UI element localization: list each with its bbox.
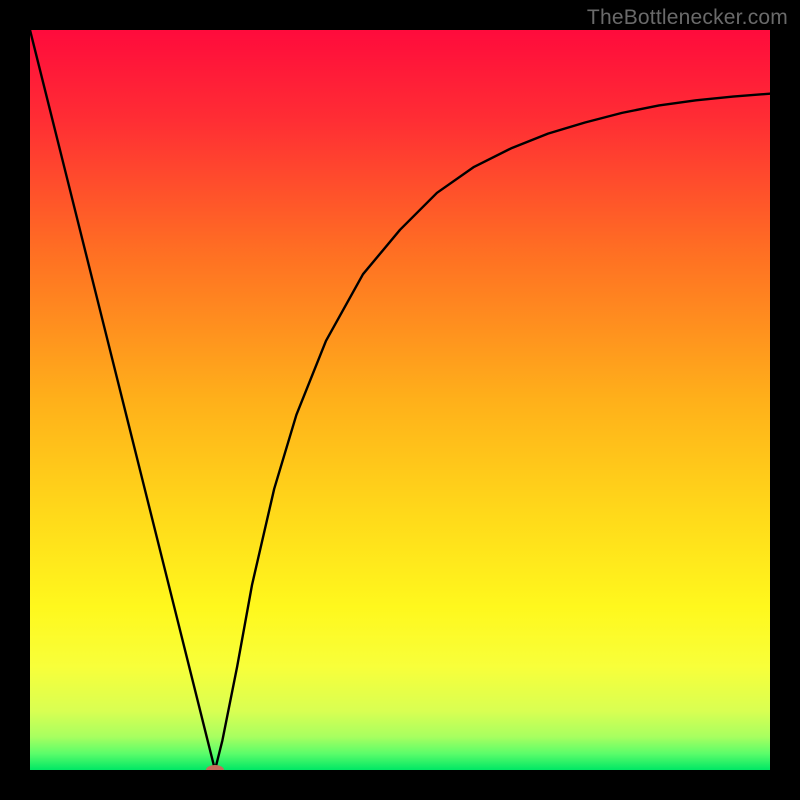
plot-area: [30, 30, 770, 770]
watermark-text: TheBottlenecker.com: [587, 6, 788, 30]
gradient-background: [30, 30, 770, 770]
bottleneck-chart-svg: [30, 30, 770, 770]
chart-frame: TheBottlenecker.com: [0, 0, 800, 800]
